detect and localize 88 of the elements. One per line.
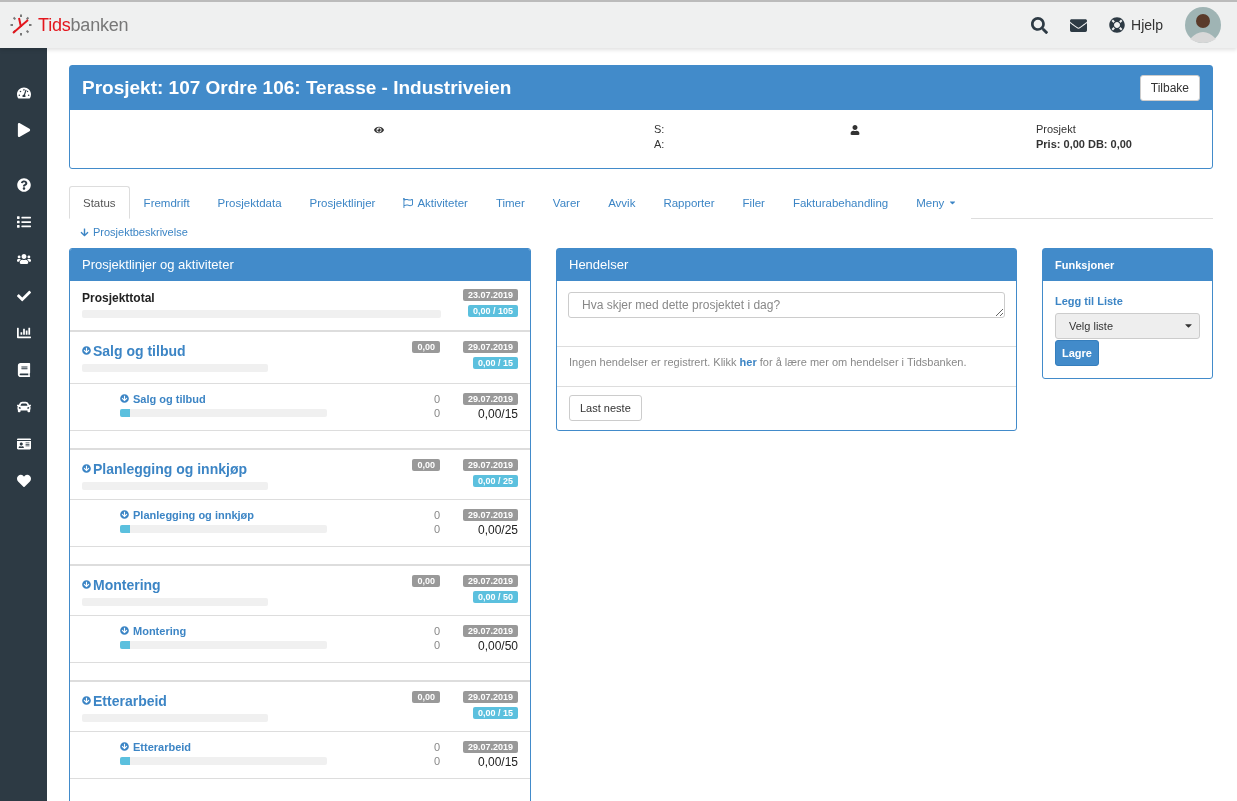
count-value: 0 [433,392,440,405]
group-link[interactable]: Salg og tilbud [82,342,405,359]
caret-icon [948,198,958,207]
count-value: 0 [433,754,440,767]
date-badge: 29.07.2019 [462,508,518,521]
panel-title: Hendelser [557,248,1016,281]
logo-text: Tidsbanken [38,14,129,36]
arrow-down-icon [120,742,129,751]
bar-chart-icon[interactable] [16,326,31,340]
search-icon[interactable] [1031,16,1049,34]
activity-link[interactable]: Planlegging og innkjøp [120,508,426,521]
arrow-down-icon [80,227,89,237]
users-icon[interactable] [16,252,31,266]
date-badge: 29.07.2019 [462,574,518,587]
user-icon [850,125,860,135]
ratio-badge: 0,00 / 25 [472,474,518,487]
s-label: S: [654,122,666,137]
activity-link[interactable]: Montering [120,624,426,637]
date-badge: 29.07.2019 [462,392,518,405]
avatar[interactable] [1185,7,1221,43]
list-icon[interactable] [16,215,31,229]
ratio-value: 0,00/15 [477,406,518,421]
count-value: 0 [433,522,440,535]
count-value: 0 [433,508,440,521]
arrow-down-icon [82,464,91,473]
eye-icon [374,125,384,135]
envelope-icon[interactable] [1070,16,1088,34]
list-select[interactable]: Velg liste [1055,312,1200,339]
ratio-badge: 0,00 / 15 [472,706,518,719]
load-more-button[interactable]: Last neste [569,394,642,421]
ratio-badge: 0,00 / 105 [467,304,518,317]
panel-title: Prosjektlinjer og aktiviteter [70,248,530,281]
amount-badge: 0,00 [412,690,440,703]
count-value: 0 [433,624,440,637]
back-button[interactable]: Tilbake [1139,75,1200,101]
help-icon[interactable] [16,178,31,192]
lifebuoy-icon [1109,17,1126,33]
save-button[interactable]: Lagre [1055,339,1099,366]
group-link[interactable]: Etterarbeid [82,692,405,709]
amount-badge: 0,00 [412,574,440,587]
play-icon[interactable] [16,123,31,137]
event-input[interactable]: Hva skjer med dette prosjektet i dag? [568,291,1005,318]
ratio-value: 0,00/15 [477,754,518,769]
price-text: Pris: 0,00 DB: 0,00 [1036,137,1133,152]
ratio-badge: 0,00 / 50 [472,590,518,603]
arrow-down-icon [82,346,91,355]
arrow-down-icon [82,696,91,705]
arrow-down-icon [120,394,129,403]
id-card-icon[interactable] [16,437,31,451]
add-to-list-link[interactable]: Legg til Liste [1055,294,1123,307]
ratio-badge: 0,00 / 15 [472,356,518,369]
clock-logo-icon [10,14,32,36]
description-link[interactable]: Prosjektbeskrivelse [80,226,188,238]
activity-link[interactable]: Salg og tilbud [120,392,426,405]
amount-badge: 0,00 [412,458,440,471]
heart-icon[interactable] [16,474,31,488]
book-icon[interactable] [16,363,31,377]
count-value: 0 [433,406,440,419]
group-link[interactable]: Montering [82,576,405,593]
empty-message: Ingen hendelser er registrert. Klikk her for å lære mer om hendelser i Tidsbanken. [557,345,1016,386]
panel-title: Funksjoner [1043,248,1212,281]
project-type: Prosjekt [1036,122,1077,137]
here-link[interactable]: her [739,355,757,368]
help-button[interactable]: Hjelp [1109,17,1163,33]
total-label: Prosjekttotal [82,290,156,305]
date-badge: 29.07.2019 [462,740,518,753]
a-label: A: [654,137,666,152]
arrow-down-icon [120,510,129,519]
count-value: 0 [433,740,440,753]
tab[interactable]: Status [69,186,130,219]
date-badge: 29.07.2019 [462,690,518,703]
group-link[interactable]: Planlegging og innkjøp [82,460,405,477]
activity-link[interactable]: Etterarbeid [120,740,426,753]
flag-icon [403,197,414,208]
check-icon[interactable] [16,289,31,303]
date-badge: 23.07.2019 [462,288,518,301]
page-title: Prosjekt: 107 Ordre 106: Terasse - Industriveien [82,77,512,99]
dashboard-icon[interactable] [16,86,31,100]
amount-badge: 0,00 [412,340,440,353]
date-badge: 29.07.2019 [462,458,518,471]
arrow-down-icon [120,626,129,635]
car-icon[interactable] [16,400,31,414]
date-badge: 29.07.2019 [462,624,518,637]
count-value: 0 [433,638,440,651]
ratio-value: 0,00/25 [477,522,518,537]
arrow-down-icon [82,580,91,589]
date-badge: 29.07.2019 [462,340,518,353]
ratio-value: 0,00/50 [477,638,518,653]
